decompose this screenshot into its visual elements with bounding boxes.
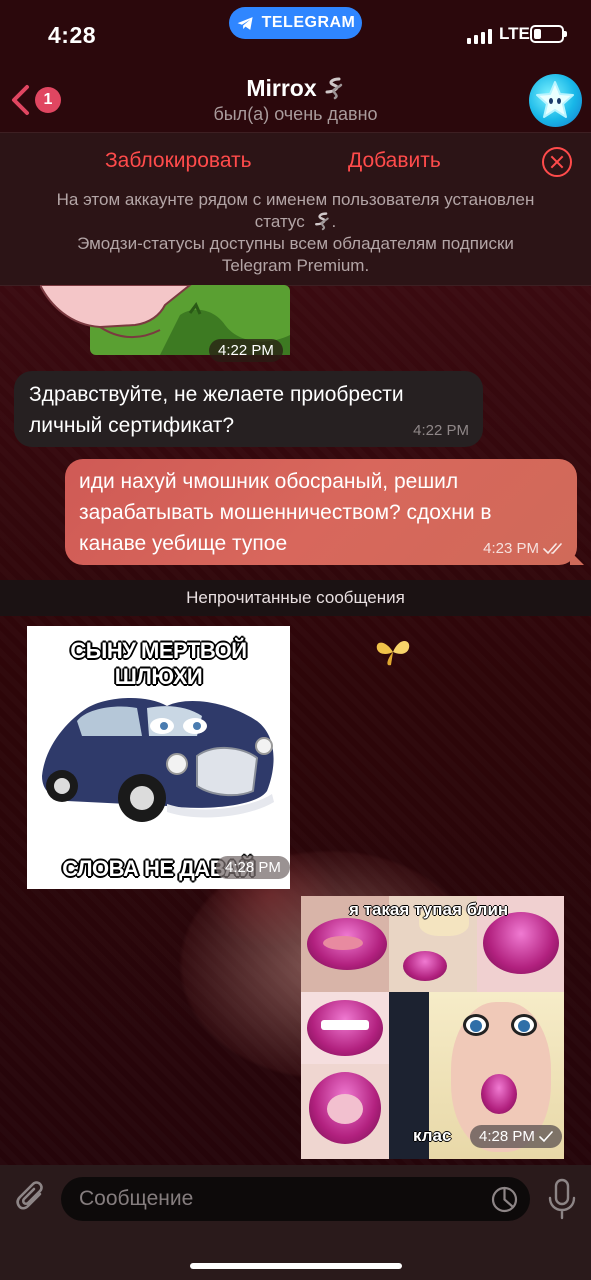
last-seen-status: был(а) очень давно [213, 104, 378, 124]
collage-caption-bottom: клас [413, 1126, 452, 1145]
sticker-time: 4:22 PM [209, 339, 283, 362]
blue-car-image [42, 697, 274, 822]
unread-messages-divider: Непрочитанные сообщения [0, 580, 591, 616]
outgoing-image-message[interactable]: я такая тупая блин клас [301, 896, 564, 1159]
add-contact-button[interactable]: Добавить [348, 149, 441, 173]
star-avatar-icon [536, 81, 574, 118]
note-line: Эмодзи-статусы доступны всем обладателям… [77, 234, 514, 253]
microphone-icon[interactable] [547, 1178, 577, 1220]
close-panel-icon[interactable] [542, 147, 572, 177]
single-check-icon [539, 1130, 553, 1142]
message-time: 4:23 PM [483, 540, 539, 557]
block-button[interactable]: Заблокировать [105, 149, 252, 173]
status-time: 4:28 [48, 22, 97, 48]
chat-header: 1 Mirrox был(а) очень давно [0, 70, 591, 132]
message-text: Здравствуйте, не желаете приобрести личн… [29, 383, 404, 437]
outgoing-message-bubble[interactable]: иди нахуй чмошник обосраный, решил зараб… [65, 459, 584, 565]
message-time: 4:22 PM [413, 422, 469, 439]
note-line: На этом аккаунте рядом с именем пользова… [56, 190, 535, 209]
contact-avatar[interactable] [529, 74, 582, 127]
incoming-message-bubble[interactable]: Здравствуйте, не желаете приобрести личн… [14, 371, 483, 447]
note-line: статус . [254, 212, 337, 231]
note-line: Telegram Premium. [221, 256, 370, 275]
incoming-image-message[interactable]: СЫНУ МЕРТВОЙ ШЛЮХИ СЛОВА НЕ ДАВАЙ [27, 626, 290, 889]
collage-cell [301, 992, 389, 1064]
attach-paperclip-icon[interactable] [14, 1178, 48, 1218]
emoji-status-icon-small [315, 212, 330, 231]
message-input[interactable] [79, 1177, 479, 1221]
telegram-pill[interactable]: TELEGRAM [229, 7, 362, 39]
image-meta: 4:28 PM [470, 1125, 562, 1148]
message-meta: 4:23 PM [483, 540, 565, 557]
sticker-emoji-icon[interactable] [491, 1186, 518, 1213]
emoji-status-icon[interactable] [323, 76, 345, 100]
collage-cell [301, 1064, 389, 1159]
chat-title[interactable]: Mirrox [0, 75, 591, 102]
contact-action-panel: Заблокировать Добавить На этом аккаунте … [0, 132, 591, 286]
butterfly-wallpaper-icon [376, 640, 410, 666]
network-type: LTE [499, 24, 530, 43]
telegram-plane-icon [237, 16, 253, 30]
telegram-pill-label: TELEGRAM [261, 14, 356, 31]
signal-icon [467, 28, 492, 44]
double-check-icon [543, 542, 562, 554]
image-time: 4:28 PM [216, 856, 290, 879]
message-input-field [61, 1177, 530, 1221]
collage-caption-top: я такая тупая блин [349, 900, 509, 919]
home-indicator[interactable] [190, 1263, 402, 1269]
status-bar: 4:28 TELEGRAM LTE [0, 0, 591, 70]
image-time: 4:28 PM [479, 1128, 535, 1145]
emoji-status-note: На этом аккаунте рядом с именем пользова… [10, 189, 581, 277]
battery-icon [530, 25, 567, 43]
chat-title-text: Mirrox [246, 75, 317, 101]
